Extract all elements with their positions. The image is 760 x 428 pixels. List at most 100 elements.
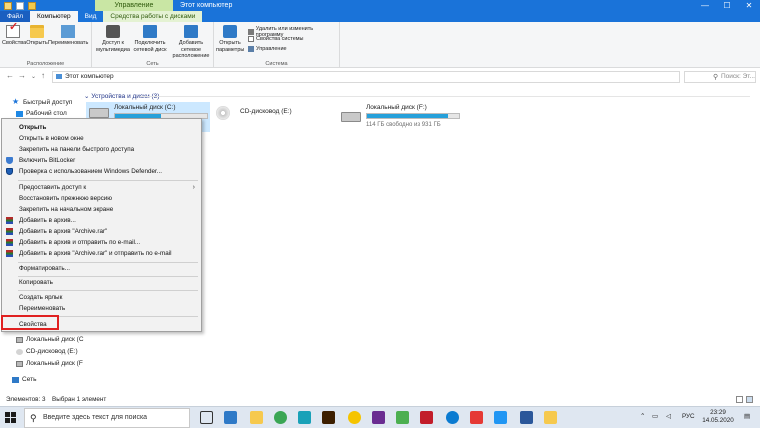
network-icon <box>12 376 19 383</box>
winrar-icon <box>6 228 13 235</box>
app-icon[interactable] <box>348 411 361 424</box>
menu-item-archive-rar-email[interactable]: Добавить в архив "Archive.rar" и отправи… <box>2 248 201 259</box>
details-view-icon[interactable] <box>736 396 743 403</box>
cd-drive-icon <box>216 106 230 120</box>
menu-item-archive-email[interactable]: Добавить в архив и отправить по e-mail..… <box>2 237 201 248</box>
new-folder-icon[interactable] <box>28 2 36 10</box>
maximize-button[interactable]: ☐ <box>716 0 738 11</box>
recent-chevron-icon[interactable]: ⌄ <box>31 73 36 80</box>
properties-icon <box>6 24 20 38</box>
drive-local-f[interactable]: Локальный диск (F:) 114 ГБ свободно из 9… <box>338 102 466 132</box>
gear-icon <box>223 25 237 38</box>
search-icon: ⚲ <box>30 413 37 423</box>
ribbon-tabs: Файл Компьютер Вид Средства работы с дис… <box>0 11 203 22</box>
menu-item-bitlocker[interactable]: Включить BitLocker <box>2 155 201 166</box>
context-menu: Открыть Открыть в новом окне Закрепить н… <box>1 118 202 332</box>
back-arrow-icon[interactable]: ← <box>6 71 14 80</box>
nav-item-local-disk-f[interactable]: Локальный диск (F <box>16 360 83 367</box>
open-settings-button[interactable]: Открыть параметры <box>216 25 244 53</box>
add-network-location-button[interactable]: Добавить сетевое расположение <box>170 25 212 60</box>
menu-item-open-new-window[interactable]: Открыть в новом окне <box>2 133 201 144</box>
tray-chevron-icon[interactable]: ⌃ <box>640 413 645 420</box>
menu-item-pin-quick-access[interactable]: Закрепить на панели быстрого доступа <box>2 144 201 155</box>
search-icon: ⚲ <box>713 74 719 81</box>
nav-item-cd-drive[interactable]: CD-дисковод (E:) <box>16 348 78 355</box>
app-icon[interactable] <box>298 411 311 424</box>
open-button[interactable]: Открыть <box>26 25 48 47</box>
app-icon[interactable] <box>494 411 507 424</box>
network-tray-icon[interactable]: ▭ <box>652 413 658 420</box>
tiles-view-icon[interactable] <box>746 396 753 403</box>
address-bar[interactable]: Этот компьютер <box>52 71 680 83</box>
app-icon[interactable] <box>396 411 409 424</box>
media-access-button[interactable]: Доступ к мультимедиа <box>96 25 130 53</box>
menu-item-give-access[interactable]: Предоставить доступ к › <box>2 182 201 193</box>
taskbar-search-input[interactable]: ⚲ Введите здесь текст для поиска <box>24 408 190 428</box>
rename-button[interactable]: Переименовать <box>48 25 88 47</box>
search-input[interactable]: ⚲ Поиск: Эт... <box>684 71 756 83</box>
folder-icon[interactable] <box>4 2 12 10</box>
properties-button[interactable]: Свойства <box>2 24 26 47</box>
nav-item-desktop[interactable]: Рабочий стол <box>16 110 67 117</box>
menu-item-defender-scan[interactable]: Проверка с использованием Windows Defend… <box>2 166 201 177</box>
app-icon[interactable] <box>372 411 385 424</box>
ribbon-group-label: Система <box>265 61 288 67</box>
ribbon-context-header: Управление <box>95 0 173 11</box>
star-icon: ★ <box>12 97 20 106</box>
winrar-icon <box>6 239 13 246</box>
task-view-icon[interactable] <box>200 411 213 424</box>
tab-computer[interactable]: Компьютер <box>29 11 78 22</box>
menu-item-add-archive-rar[interactable]: Добавить в архив "Archive.rar" <box>2 226 201 237</box>
close-button[interactable]: ✕ <box>738 0 760 11</box>
menu-item-create-shortcut[interactable]: Создать ярлык <box>2 292 201 303</box>
map-network-drive-button[interactable]: Подключить сетевой диск <box>132 25 168 53</box>
taskbar: ⚲ Введите здесь текст для поиска ⌃ ▭ ◁ Р… <box>0 406 760 428</box>
system-properties-button[interactable]: Свойства системы <box>248 36 304 42</box>
drive-icon <box>16 360 23 367</box>
app-icon[interactable] <box>420 411 433 424</box>
properties-icon[interactable] <box>16 2 24 10</box>
app-icon[interactable] <box>224 411 237 424</box>
menu-item-open[interactable]: Открыть <box>2 122 201 133</box>
tab-view[interactable]: Вид <box>78 11 104 22</box>
app-icon[interactable] <box>274 411 287 424</box>
drive-usage-bar <box>366 113 460 119</box>
drive-free-space: 114 ГБ свободно из 931 ГБ <box>366 122 441 128</box>
search-placeholder: Поиск: Эт... <box>721 73 755 80</box>
nav-item-local-disk-c[interactable]: Локальный диск (C <box>16 336 84 343</box>
file-explorer-icon[interactable] <box>250 411 263 424</box>
word-icon[interactable] <box>520 411 533 424</box>
clock[interactable]: 23:29 14.05.2020 <box>700 409 736 425</box>
menu-item-restore-version[interactable]: Восстановить прежнюю версию <box>2 193 201 204</box>
windows-start-icon[interactable] <box>5 412 16 423</box>
drive-name: Локальный диск (F:) <box>366 104 427 111</box>
ribbon-group-location: Свойства Открыть Переименовать Расположе… <box>0 22 92 68</box>
nav-item-network[interactable]: Сеть <box>12 376 36 383</box>
drive-icon <box>89 108 109 118</box>
drive-cd-e[interactable]: CD-дисковод (E:) <box>212 102 336 132</box>
notification-icon[interactable]: ▤ <box>744 413 750 420</box>
navigation-bar: ← → ⌄ ↑ Этот компьютер ⚲ Поиск: Эт... <box>0 69 760 85</box>
language-indicator[interactable]: РУС <box>682 413 695 420</box>
menu-item-pin-start[interactable]: Закрепить на начальном экране <box>2 204 201 215</box>
highlight-frame <box>1 315 59 330</box>
menu-item-copy[interactable]: Копировать <box>2 277 201 288</box>
menu-item-add-archive[interactable]: Добавить в архив... <box>2 215 201 226</box>
illustrator-icon[interactable] <box>322 411 335 424</box>
volume-icon[interactable]: ◁ <box>666 413 671 420</box>
cd-icon <box>16 348 23 355</box>
tab-drive-tools[interactable]: Средства работы с дисками <box>103 11 203 22</box>
group-divider <box>140 96 750 97</box>
acrobat-icon[interactable] <box>470 411 483 424</box>
nav-item-quick-access[interactable]: ★ Быстрый доступ <box>12 98 72 106</box>
manage-icon <box>248 46 254 52</box>
up-arrow-icon[interactable]: ↑ <box>41 71 45 80</box>
menu-item-rename[interactable]: Переименовать <box>2 303 201 314</box>
forward-arrow-icon[interactable]: → <box>18 71 26 80</box>
rename-icon <box>61 25 75 38</box>
edge-icon[interactable] <box>446 411 459 424</box>
manage-button[interactable]: Управление <box>248 46 287 52</box>
minimize-button[interactable]: — <box>694 0 716 11</box>
folder-icon[interactable] <box>544 411 557 424</box>
menu-item-format[interactable]: Форматировать... <box>2 263 201 274</box>
